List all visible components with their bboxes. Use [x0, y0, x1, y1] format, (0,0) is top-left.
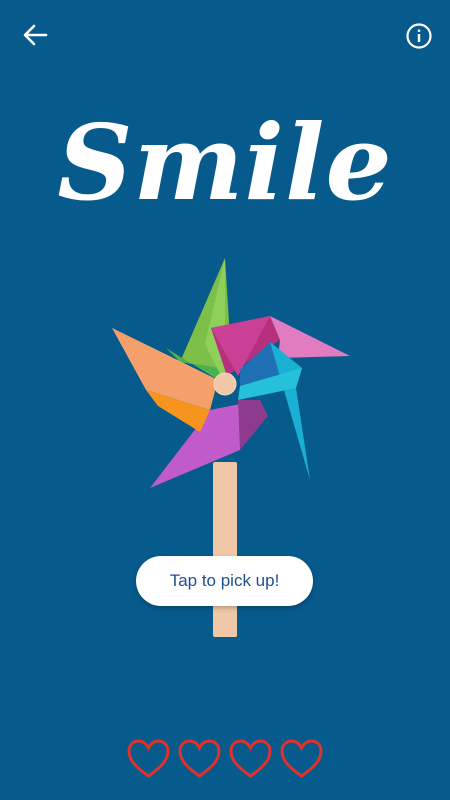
- heart-outline-icon: [127, 739, 170, 778]
- info-button[interactable]: [403, 20, 435, 52]
- heart-outline-icon: [229, 739, 272, 778]
- pinwheel-blades: [112, 258, 350, 488]
- heart-outline-icon: [280, 739, 323, 778]
- pinwheel-hub: [213, 372, 237, 396]
- tap-to-pick-up-button[interactable]: Tap to pick up!: [136, 556, 313, 606]
- page-title: Smile: [57, 101, 393, 224]
- info-circle-icon: [406, 23, 432, 49]
- arrow-left-icon: [23, 24, 48, 46]
- back-button[interactable]: [18, 20, 52, 50]
- heart-outline-icon: [178, 739, 221, 778]
- lives-hearts: [126, 738, 326, 782]
- top-app-bar: [0, 0, 450, 70]
- pinwheel-stick: [213, 462, 237, 637]
